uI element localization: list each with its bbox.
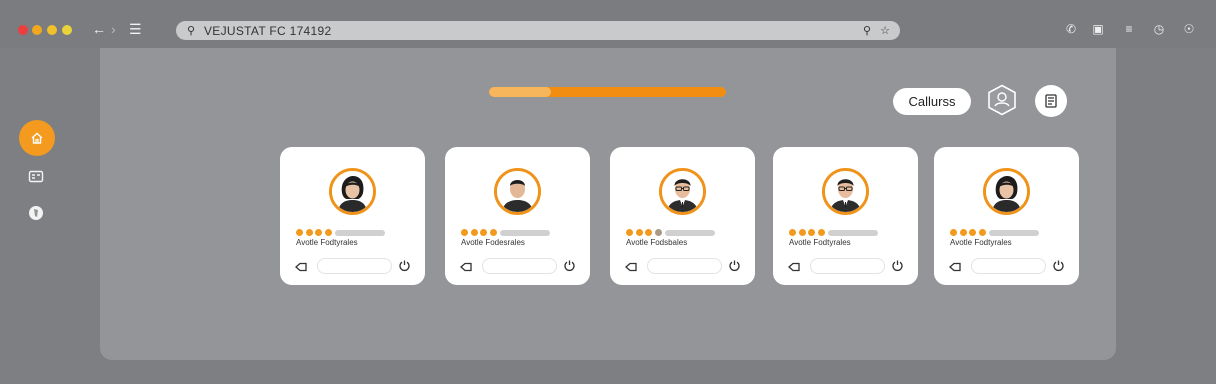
power-icon[interactable] [563,259,576,272]
rating-stars [296,229,385,236]
power-icon[interactable] [398,259,411,272]
card-label: Avotle Fodesrales [461,238,525,247]
phone-icon[interactable]: ✆ [1063,21,1079,37]
document-icon [1045,94,1057,108]
profile-card[interactable]: Avotle Fodesrales [445,147,590,285]
tag-icon[interactable] [295,260,307,272]
main-panel: Callurss Avotle Fodtyrales Avotle Fodesra… [100,48,1116,360]
rating-dot [305,229,313,236]
tag-icon[interactable] [460,260,472,272]
card-input[interactable] [810,258,885,274]
calendar-icon[interactable] [28,169,44,185]
forward-arrow-icon[interactable]: › [111,20,116,38]
rating-dot [817,229,825,236]
bookmark-icon[interactable]: ☆ [878,24,892,37]
home-icon [31,132,43,144]
rating-dot [789,229,796,236]
progress-fill [489,87,551,97]
rail-home-button[interactable] [19,120,55,156]
card-input[interactable] [317,258,392,274]
list-icon[interactable]: ≡ [1121,21,1137,37]
rating-dot [978,229,986,236]
profile-card[interactable]: Avotle Fodtyrales [280,147,425,285]
card-input[interactable] [647,258,722,274]
woman-avatar [983,168,1030,215]
rating-bar [989,229,1039,236]
profile-card[interactable]: Avotle Fodsbales [610,147,755,285]
rating-dot [489,229,497,236]
badge-icon [988,84,1016,116]
card-label: Avotle Fodtyrales [296,238,358,247]
rating-stars [461,229,550,236]
card-input[interactable] [482,258,557,274]
search-icon: ⚲ [186,25,196,37]
card-input[interactable] [971,258,1046,274]
badge-button[interactable] [986,84,1018,116]
tag-icon[interactable] [949,260,961,272]
rating-dot [950,229,957,236]
card-label: Avotle Fodsbales [626,238,688,247]
rating-bar [500,229,550,236]
profile-card[interactable]: Avotle Fodtyrales [934,147,1079,285]
address-bar[interactable]: ⚲ VEJUSTAT FC 174192 ⚲ ☆ [176,21,900,40]
callurss-button[interactable]: Callurss [893,88,971,115]
globe-icon[interactable]: ☉ [1181,21,1197,37]
rating-stars [626,229,715,236]
rating-dot [480,229,487,236]
minimize-window-button[interactable] [32,25,42,35]
back-arrow-icon[interactable]: ← [92,20,106,38]
extra-window-button[interactable] [62,25,72,35]
man-glasses-avatar [659,168,706,215]
card-label: Avotle Fodtyrales [950,238,1012,247]
menu-icon[interactable]: ☰ [129,20,142,38]
rating-dot [969,229,976,236]
clipboard-icon[interactable]: ▣ [1090,21,1106,37]
rating-dot [296,229,303,236]
document-button[interactable] [1035,85,1067,117]
rating-dot [626,229,633,236]
rating-dot [798,229,806,236]
shield-icon[interactable] [28,205,44,221]
rating-bar [665,229,715,236]
power-icon[interactable] [1052,259,1065,272]
search-icon-right[interactable]: ⚲ [860,24,874,37]
rating-dot [808,229,815,236]
power-icon[interactable] [728,259,741,272]
woman-avatar [329,168,376,215]
rating-dot [315,229,322,236]
close-window-button[interactable] [18,25,28,35]
rating-dot [324,229,332,236]
man-avatar [494,168,541,215]
rating-dot [645,229,652,236]
tag-icon[interactable] [788,260,800,272]
profile-card[interactable]: Avotle Fodtyrales [773,147,918,285]
rating-dot [959,229,967,236]
card-label: Avotle Fodtyrales [789,238,851,247]
rating-dot [470,229,478,236]
rating-bar [828,229,878,236]
browser-toolbar: ← › ☰ ⚲ VEJUSTAT FC 174192 ⚲ ☆ ✆ ▣ ≡ ◷ ☉ [0,0,1216,48]
power-icon[interactable] [891,259,904,272]
man-glasses-avatar [822,168,869,215]
tag-icon[interactable] [625,260,637,272]
rating-stars [950,229,1039,236]
rating-dot [654,229,662,236]
rating-stars [789,229,878,236]
rating-dot [461,229,468,236]
progress-bar [489,87,726,97]
maximize-window-button[interactable] [47,25,57,35]
clock-icon[interactable]: ◷ [1151,21,1167,37]
address-text: VEJUSTAT FC 174192 [204,23,332,38]
rating-dot [635,229,643,236]
rating-bar [335,229,385,236]
